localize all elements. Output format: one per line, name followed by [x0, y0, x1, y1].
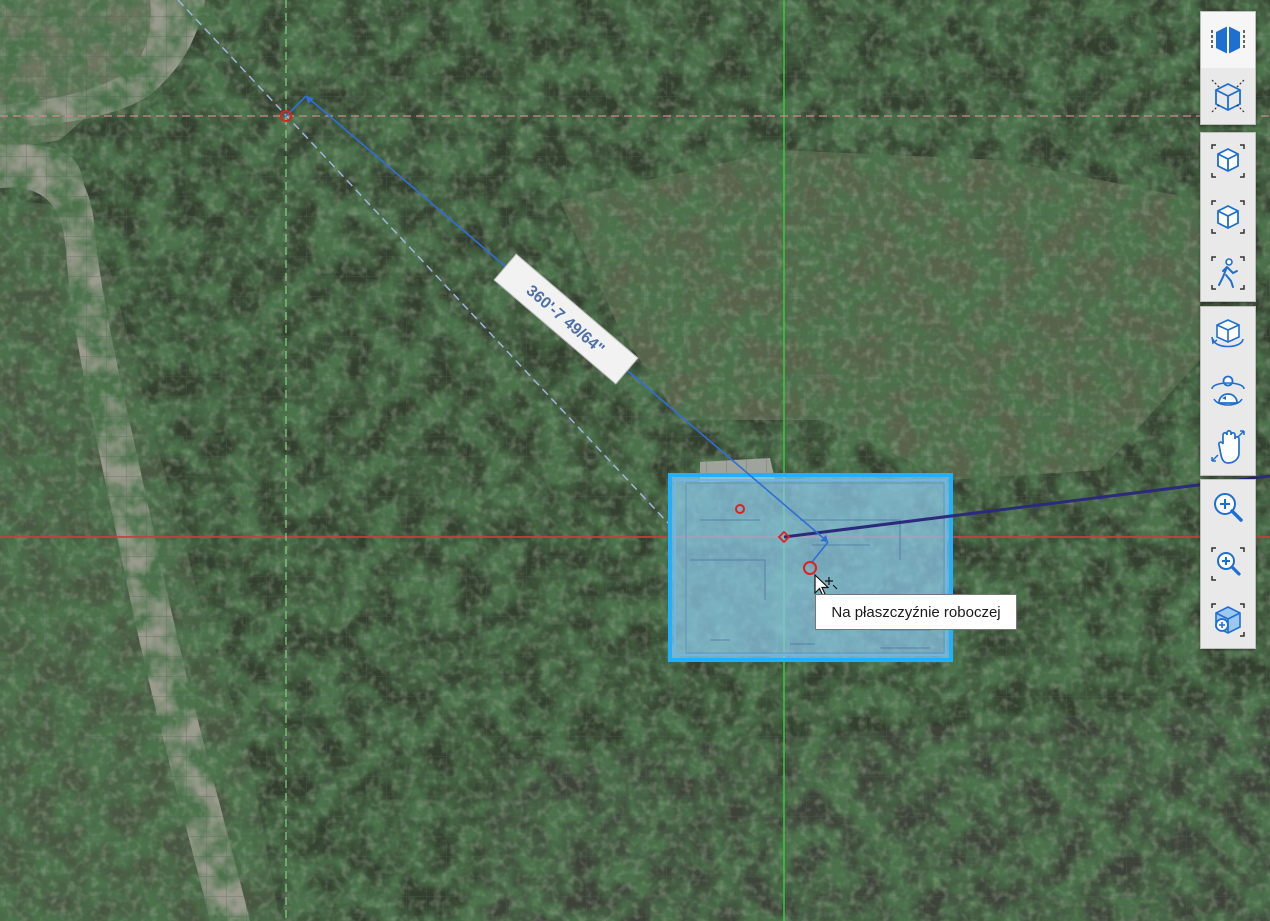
3d-view-icon — [1211, 79, 1245, 113]
plan-view-icon — [1211, 26, 1245, 54]
zoom-button[interactable] — [1201, 480, 1255, 536]
look-around-button[interactable] — [1201, 363, 1255, 419]
pan-button[interactable] — [1201, 419, 1255, 475]
look-around-icon — [1211, 375, 1245, 406]
3d-view-button[interactable] — [1201, 68, 1255, 124]
walkthrough-button[interactable] — [1201, 245, 1255, 301]
perspective-view-icon — [1211, 200, 1245, 234]
plan-view-button[interactable] — [1201, 12, 1255, 68]
pan-hand-icon — [1211, 429, 1245, 464]
toolbar-camera-views — [1200, 132, 1256, 302]
drafting-grid — [0, 0, 1270, 921]
zoom-window-icon — [1211, 547, 1245, 581]
orbit-button[interactable] — [1201, 307, 1255, 363]
snap-tooltip: Na płaszczyźnie roboczej — [815, 594, 1017, 630]
perspective-view-button[interactable] — [1201, 189, 1255, 245]
toolbar-zoom — [1200, 479, 1256, 649]
home-view-button[interactable] — [1201, 133, 1255, 189]
selected-image-object[interactable] — [668, 473, 953, 662]
walkthrough-icon — [1211, 256, 1245, 290]
drawing-canvas[interactable]: 360'-7 49/64" Na płaszczyźnie roboczej — [0, 0, 1270, 921]
zoom-extents-button[interactable] — [1201, 592, 1255, 648]
toolbar-navigation — [1200, 306, 1256, 476]
zoom-window-button[interactable] — [1201, 536, 1255, 592]
home-view-icon — [1211, 144, 1245, 178]
orbit-icon — [1211, 319, 1244, 348]
toolbar-view-mode — [1200, 11, 1256, 125]
zoom-extents-icon — [1211, 603, 1245, 637]
zoom-icon — [1214, 493, 1243, 522]
